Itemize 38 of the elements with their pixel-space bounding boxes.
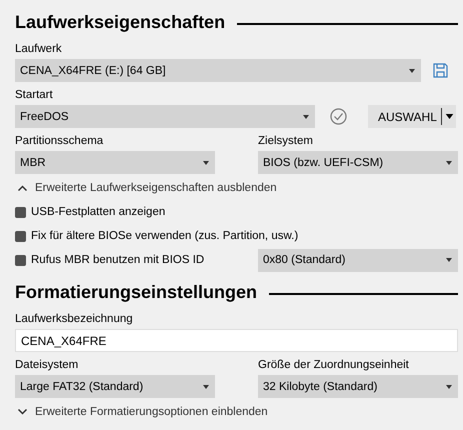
chevron-icon bbox=[18, 185, 27, 191]
dropdown[interactable]: 0x80 (Standard) bbox=[258, 248, 458, 272]
field-label: Dateisystem bbox=[15, 358, 80, 372]
dropdown-arrow-icon bbox=[409, 68, 415, 72]
field-label: Startart bbox=[15, 88, 54, 102]
field-label: Laufwerksbezeichnung bbox=[15, 312, 134, 326]
section-title: Laufwerkseigenschaften bbox=[15, 12, 226, 32]
caret-icon[interactable] bbox=[445, 114, 454, 119]
expander-link[interactable]: Erweiterte Formatierungsoptionen einblenden bbox=[15, 404, 458, 420]
checkbox-option[interactable]: USB-Festplatten anzeigen bbox=[15, 200, 458, 224]
save-icon[interactable] bbox=[433, 63, 448, 78]
dropdown-arrow-icon bbox=[203, 160, 209, 164]
dropdown[interactable]: 32 Kilobyte (Standard) bbox=[258, 375, 458, 398]
check-icon[interactable] bbox=[330, 108, 347, 125]
dropdown[interactable]: Large FAT32 (Standard) bbox=[15, 375, 215, 398]
dropdown[interactable]: CENA_X64FRE (E:) [64 GB] bbox=[15, 59, 421, 82]
chevron-icon bbox=[18, 409, 27, 415]
field-label: Partitionsschema bbox=[15, 134, 104, 148]
field-label: Zielsystem bbox=[258, 134, 314, 148]
checkbox[interactable] bbox=[15, 254, 26, 266]
dropdown[interactable]: MBR bbox=[15, 151, 215, 174]
dropdown-arrow-icon bbox=[446, 160, 452, 164]
dropdown-arrow-icon bbox=[303, 114, 309, 118]
expander-link[interactable]: Erweiterte Laufwerkseigenschaften ausblenden bbox=[15, 180, 458, 196]
dropdown-arrow-icon bbox=[446, 384, 452, 388]
checkbox-option[interactable]: Rufus MBR benutzen mit BIOS ID bbox=[15, 248, 215, 272]
field-label: Laufwerk bbox=[15, 42, 63, 56]
dropdown-arrow-icon bbox=[446, 258, 452, 262]
section-title: Formatierungseinstellungen bbox=[15, 282, 258, 302]
input-field[interactable]: CENA_X64FRE bbox=[15, 329, 458, 352]
checkbox[interactable] bbox=[15, 230, 26, 242]
dropdown-arrow-icon bbox=[203, 384, 209, 388]
checkbox[interactable] bbox=[15, 206, 26, 218]
dropdown[interactable]: FreeDOS bbox=[15, 105, 315, 128]
checkbox-option[interactable]: Fix für ältere BIOSe verwenden (zus. Partition, usw.) bbox=[15, 224, 458, 248]
field-label: Größe der Zuordnungseinheit bbox=[258, 358, 410, 372]
select-button[interactable]: AUSWAHL bbox=[368, 105, 456, 128]
dropdown[interactable]: BIOS (bzw. UEFI-CSM) bbox=[258, 151, 458, 174]
